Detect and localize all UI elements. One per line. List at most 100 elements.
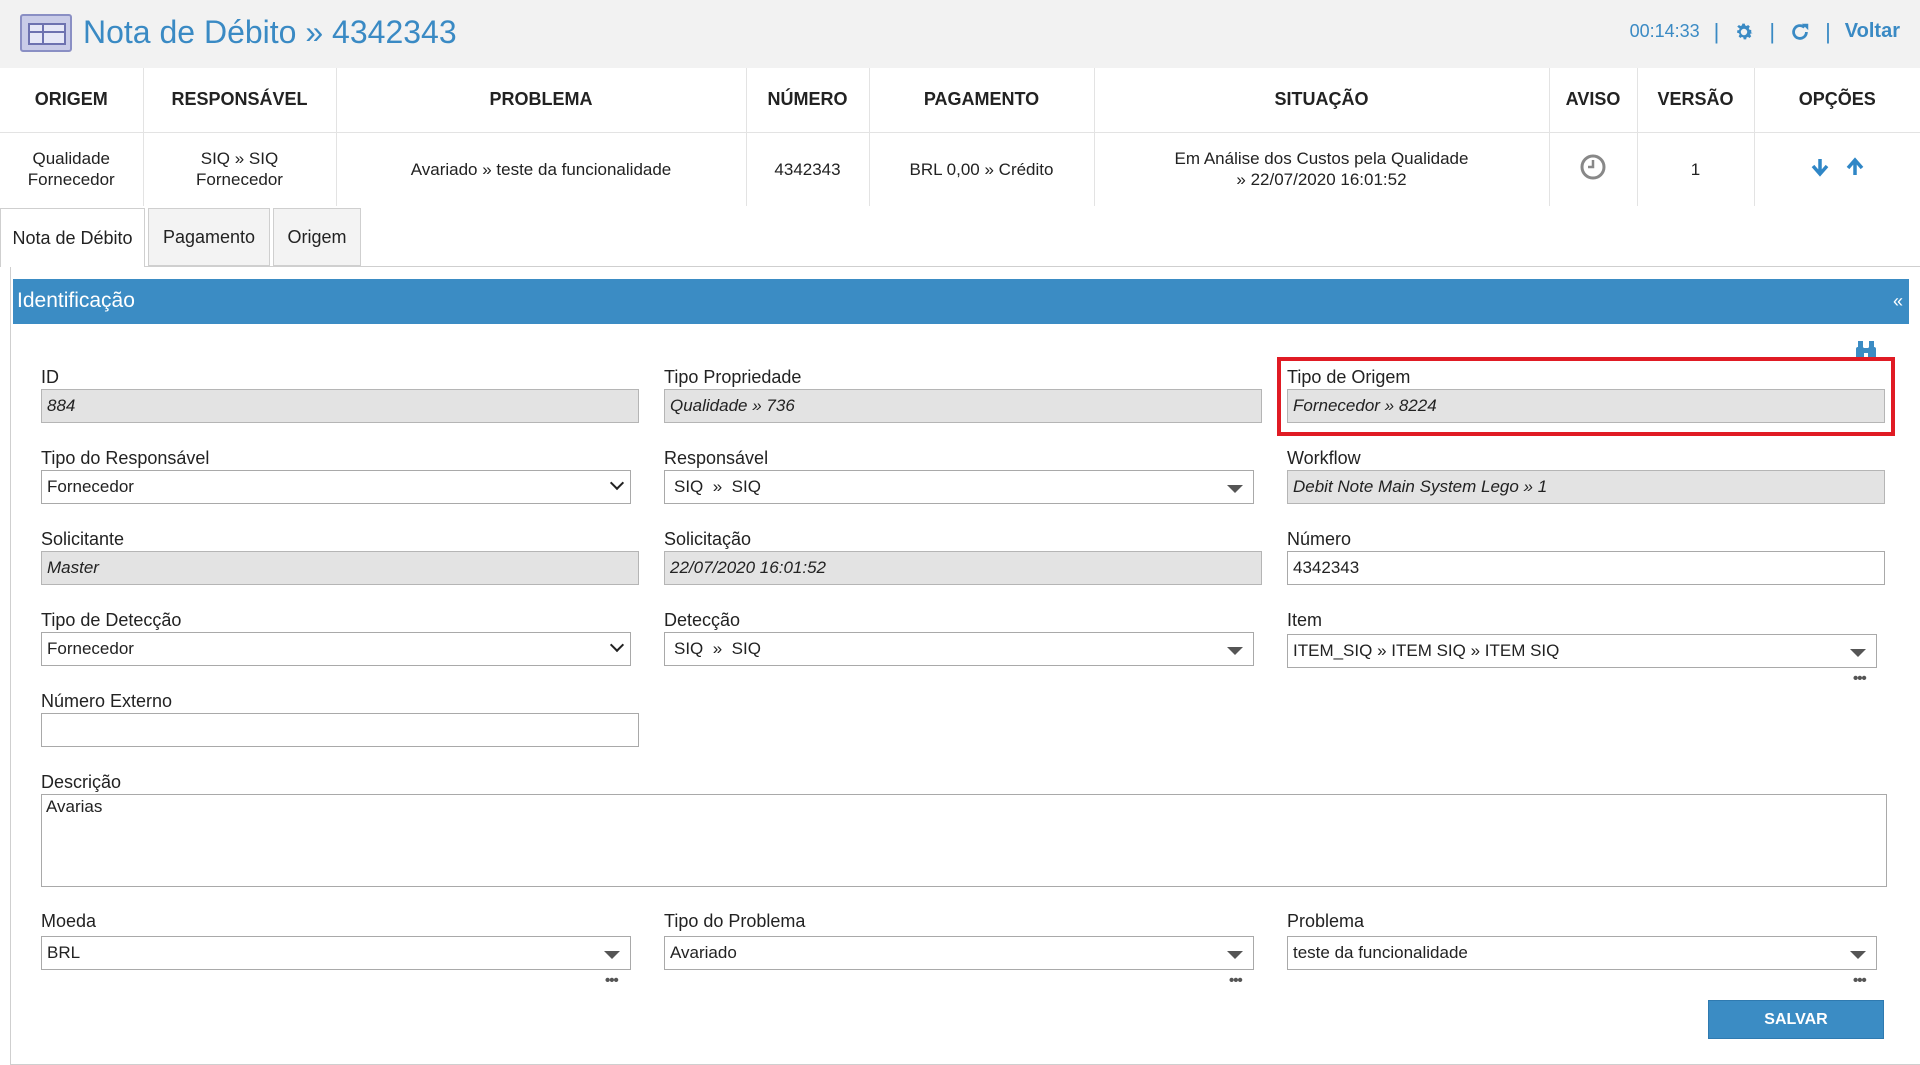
label-workflow: Workflow	[1287, 448, 1361, 468]
moeda-select[interactable]: BRL	[41, 936, 631, 970]
column-header: SITUAÇÃO	[1094, 68, 1550, 133]
page-header: Nota de Débito » 4342343 00:14:33 | | | …	[0, 0, 1920, 68]
select-value: ITEM_SIQ » ITEM SIQ » ITEM SIQ	[1293, 641, 1560, 660]
tipo-deteccao-select[interactable]: Fornecedor	[41, 632, 631, 666]
tipo-problema-select[interactable]: Avariado	[664, 936, 1254, 970]
cell-situacao: Em Análise dos Custos pela Qualidade » 2…	[1094, 132, 1550, 206]
label-deteccao: Detecção	[664, 610, 741, 630]
tab-origem[interactable]: Origem	[273, 208, 361, 266]
cell-text: » 22/07/2020 16:01:52	[1236, 170, 1407, 190]
tipo-responsavel-select[interactable]: Fornecedor	[41, 470, 631, 504]
label-moeda: Moeda	[41, 911, 97, 931]
dropdown-arrow-icon	[1850, 649, 1866, 657]
column-header: PAGAMENTO	[869, 68, 1095, 133]
back-link[interactable]: Voltar	[1845, 20, 1900, 43]
chevron-down-icon	[609, 637, 625, 653]
responsavel-select[interactable]: SIQ » SIQ	[664, 470, 1254, 504]
label-tipo-problema: Tipo do Problema	[664, 911, 806, 931]
cell-versao: 1	[1637, 132, 1755, 206]
select-value: teste da funcionalidade	[1293, 943, 1468, 962]
select-value: Avariado	[670, 943, 737, 962]
workflow-field: Debit Note Main System Lego » 1	[1287, 470, 1885, 504]
column-header: OPÇÕES	[1754, 68, 1920, 133]
solicitante-field: Master	[41, 551, 639, 585]
problema-select[interactable]: teste da funcionalidade	[1287, 936, 1877, 970]
tab-nota-de-debito[interactable]: Nota de Débito	[0, 208, 145, 267]
cell-text: Qualidade	[32, 149, 110, 169]
label-responsavel: Responsável	[664, 448, 769, 468]
label-solicitante: Solicitante	[41, 529, 125, 549]
label-tipo-deteccao: Tipo de Detecção	[41, 610, 182, 630]
more-options-icon[interactable]: •••	[605, 972, 619, 989]
column-header: RESPONSÁVEL	[143, 68, 337, 133]
dropdown-arrow-icon	[1850, 951, 1866, 959]
numero-externo-input[interactable]	[41, 713, 639, 747]
dropdown-arrow-icon	[1227, 485, 1243, 493]
item-select[interactable]: ITEM_SIQ » ITEM SIQ » ITEM SIQ	[1287, 634, 1877, 668]
cell-responsavel: SIQ » SIQ Fornecedor	[143, 132, 337, 206]
deteccao-select[interactable]: SIQ » SIQ	[664, 632, 1254, 666]
arrow-down-icon[interactable]	[1809, 156, 1831, 178]
label-problema: Problema	[1287, 911, 1365, 931]
cell-pagamento: BRL 0,00 » Crédito	[869, 132, 1095, 206]
tab-pagamento[interactable]: Pagamento	[148, 208, 270, 266]
clock-icon[interactable]	[1579, 153, 1607, 181]
header-actions: 00:14:33 | | | Voltar	[1630, 20, 1900, 43]
column-header: PROBLEMA	[336, 68, 747, 133]
tab-bar: Nota de Débito Pagamento Origem	[0, 208, 1920, 267]
tipo-propriedade-field: Qualidade » 736	[664, 389, 1262, 423]
descricao-textarea[interactable]: Avarias	[41, 794, 1887, 887]
save-button[interactable]: SALVAR	[1708, 1000, 1884, 1039]
select-value: Fornecedor	[47, 477, 134, 496]
solicitacao-field: 22/07/2020 16:01:52	[664, 551, 1262, 585]
summary-header-row: ORIGEM RESPONSÁVEL PROBLEMA NÚMERO PAGAM…	[0, 68, 1920, 133]
numero-input[interactable]: 4342343	[1287, 551, 1885, 585]
column-header: AVISO	[1549, 68, 1638, 133]
arrow-up-icon[interactable]	[1844, 156, 1866, 178]
cell-text: Fornecedor	[196, 170, 283, 190]
dropdown-arrow-icon	[1227, 951, 1243, 959]
cell-numero: 4342343	[746, 132, 870, 206]
cell-text: Fornecedor	[27, 170, 115, 190]
cell-origem: Qualidade Fornecedor	[0, 132, 144, 206]
cell-text: Em Análise dos Custos pela Qualidade	[1174, 149, 1469, 169]
more-options-icon[interactable]: •••	[1853, 670, 1867, 687]
column-header: ORIGEM	[0, 68, 144, 133]
refresh-icon[interactable]	[1789, 21, 1811, 43]
more-options-icon[interactable]: •••	[1853, 972, 1867, 989]
label-solicitacao: Solicitação	[664, 529, 752, 549]
dropdown-arrow-icon	[1227, 647, 1243, 655]
panel-header[interactable]: Identificação «	[13, 279, 1909, 324]
cell-text: SIQ » SIQ	[200, 149, 279, 169]
column-header: NÚMERO	[746, 68, 870, 133]
label-tipo-propriedade: Tipo Propriedade	[664, 367, 802, 387]
summary-table: ORIGEM RESPONSÁVEL PROBLEMA NÚMERO PAGAM…	[0, 68, 1920, 206]
label-tipo-origem: Tipo de Origem	[1287, 367, 1411, 387]
column-header: VERSÃO	[1637, 68, 1755, 133]
select-value: Fornecedor	[47, 639, 134, 658]
gear-icon[interactable]	[1733, 21, 1755, 43]
session-timer: 00:14:33	[1629, 21, 1700, 41]
tipo-origem-field: Fornecedor » 8224	[1287, 389, 1885, 423]
separator: |	[1825, 18, 1831, 44]
id-field: 884	[41, 389, 639, 423]
select-value: BRL	[47, 943, 81, 962]
select-value: SIQ » SIQ	[674, 477, 761, 496]
cell-problema: Avariado » teste da funcionalidade	[336, 132, 747, 206]
dropdown-arrow-icon	[604, 951, 620, 959]
label-descricao: Descrição	[41, 772, 122, 792]
cell-aviso	[1549, 132, 1638, 206]
page-title: Nota de Débito » 4342343	[83, 14, 457, 50]
select-value: SIQ » SIQ	[674, 639, 761, 658]
more-options-icon[interactable]: •••	[1229, 972, 1243, 989]
collapse-icon[interactable]: «	[1893, 291, 1903, 312]
label-tipo-responsavel: Tipo do Responsável	[41, 448, 210, 468]
label-numero-externo: Número Externo	[41, 691, 173, 711]
separator: |	[1713, 18, 1720, 44]
label-id: ID	[41, 367, 59, 387]
separator: |	[1769, 18, 1776, 44]
label-item: Item	[1287, 610, 1323, 630]
cell-opcoes	[1754, 132, 1920, 206]
table-icon	[20, 14, 72, 52]
panel-title: Identificação	[17, 289, 135, 312]
